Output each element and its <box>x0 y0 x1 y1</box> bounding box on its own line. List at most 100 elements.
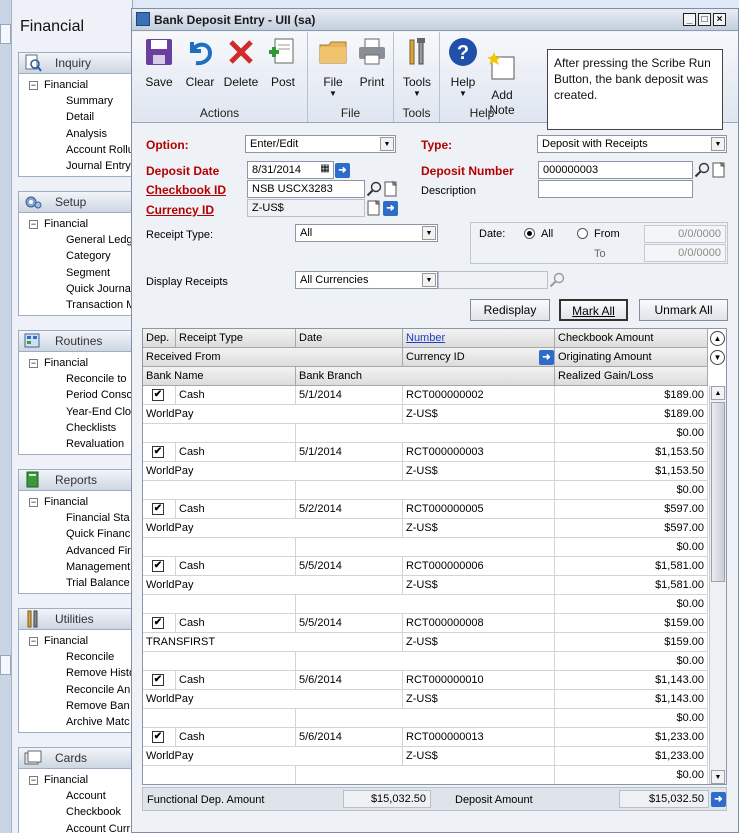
lookup-icon[interactable] <box>366 181 382 197</box>
nav-tree-root[interactable]: − Financial <box>19 633 132 649</box>
checkbook-id-link[interactable]: Checkbook ID <box>146 183 226 197</box>
nav-tree-root[interactable]: − Financial <box>19 355 132 371</box>
nav-item-account-rollup[interactable]: Account Rollu <box>19 142 132 158</box>
nav-item-quick-financial[interactable]: Quick Financ <box>19 526 132 542</box>
delete-button[interactable]: Delete <box>220 36 262 89</box>
collapse-icon[interactable]: − <box>29 775 38 785</box>
number-cell[interactable]: RCT000000010 <box>403 671 555 690</box>
header-bank-name[interactable]: Bank Name <box>143 367 296 386</box>
header-realized-gain-loss[interactable]: Realized Gain/Loss <box>555 367 708 386</box>
nav-item-reconcile-to[interactable]: Reconcile to <box>19 371 132 387</box>
nav-item-archive-match[interactable]: Archive Matc <box>19 714 132 730</box>
header-received-from[interactable]: Received From <box>143 348 403 367</box>
nav-item-general-ledger[interactable]: General Ledg <box>19 232 132 248</box>
nav-item-remove-history[interactable]: Remove Histo <box>19 665 132 681</box>
collapse-icon[interactable]: − <box>29 80 38 90</box>
header-date[interactable]: Date <box>296 329 403 348</box>
header-checkbook-amount[interactable]: Checkbook Amount <box>555 329 708 348</box>
nav-strip-tab[interactable] <box>0 24 11 44</box>
nav-header-setup[interactable]: Setup <box>18 191 132 213</box>
dropdown-arrow-icon[interactable]: ▼ <box>422 226 436 240</box>
grid-vertical-scrollbar[interactable]: ▲ ▼ <box>709 386 726 784</box>
save-button[interactable]: Save <box>140 36 178 89</box>
maximize-icon[interactable]: □ <box>698 13 711 26</box>
print-button[interactable]: Print <box>354 36 390 89</box>
number-cell[interactable]: RCT000000003 <box>403 443 555 462</box>
minimize-icon[interactable]: _ <box>683 13 696 26</box>
from-date-field[interactable]: 0/0/0000 <box>644 225 726 243</box>
nav-item-checkbook[interactable]: Checkbook <box>19 804 132 820</box>
header-receipt-type[interactable]: Receipt Type <box>176 329 296 348</box>
number-cell[interactable]: RCT000000013 <box>403 728 555 747</box>
nav-tree-root[interactable]: − Financial <box>19 77 132 93</box>
calendar-icon[interactable]: ▦ <box>318 162 332 176</box>
nav-item-journal-entry[interactable]: Journal Entry <box>19 158 132 174</box>
deposit-number-field[interactable]: 000000003 <box>538 161 693 179</box>
title-bar[interactable]: Bank Deposit Entry - UII (sa) _ □ × <box>132 9 738 31</box>
collapse-rows-icon[interactable]: ▲ <box>710 331 725 346</box>
currency-expand-arrow-icon[interactable]: ➜ <box>539 350 554 365</box>
collapse-icon[interactable]: − <box>29 219 38 229</box>
option-dropdown[interactable]: Enter/Edit ▼ <box>245 135 396 153</box>
deposit-checkbox[interactable]: ✔ <box>152 503 164 515</box>
deposit-checkbox[interactable]: ✔ <box>152 446 164 458</box>
number-cell[interactable]: RCT000000005 <box>403 500 555 519</box>
tools-menu-button[interactable]: Tools ▼ <box>400 36 434 99</box>
expand-rows-icon[interactable]: ▼ <box>710 350 725 365</box>
nav-item-quick-journal[interactable]: Quick Journa <box>19 281 132 297</box>
nav-tree-root[interactable]: − Financial <box>19 216 132 232</box>
deposit-amount-expand-arrow-icon[interactable]: ➜ <box>711 792 726 807</box>
dropdown-arrow-icon[interactable]: ▼ <box>422 273 436 287</box>
nav-item-reconcile-analysis[interactable]: Reconcile An <box>19 682 132 698</box>
date-all-radio[interactable] <box>524 228 535 239</box>
new-document-icon[interactable] <box>383 181 399 197</box>
nav-item-trial-balance[interactable]: Trial Balance <box>19 575 132 591</box>
deposit-checkbox[interactable]: ✔ <box>152 731 164 743</box>
mark-all-button[interactable]: Mark All <box>559 299 628 321</box>
nav-header-routines[interactable]: Routines <box>18 330 132 352</box>
nav-item-checklists[interactable]: Checklists <box>19 420 132 436</box>
scroll-thumb[interactable] <box>711 402 725 582</box>
deposit-date-field[interactable]: 8/31/2014 ▦ <box>247 161 334 179</box>
help-menu-button[interactable]: ? Help ▼ <box>446 36 480 99</box>
header-dep[interactable]: Dep. <box>143 329 176 348</box>
nav-item-period-consolidation[interactable]: Period Conso <box>19 387 132 403</box>
checkbook-id-field[interactable]: NSB USCX3283 <box>247 180 365 198</box>
nav-strip-tab[interactable] <box>0 655 11 675</box>
number-cell[interactable]: RCT000000006 <box>403 557 555 576</box>
header-bank-branch[interactable]: Bank Branch <box>296 367 555 386</box>
nav-item-category[interactable]: Category <box>19 248 132 264</box>
nav-header-reports[interactable]: Reports <box>18 469 132 491</box>
post-button[interactable]: Post <box>266 36 300 89</box>
nav-item-management[interactable]: Management <box>19 559 132 575</box>
deposit-checkbox[interactable]: ✔ <box>152 617 164 629</box>
receipt-type-dropdown[interactable]: All ▼ <box>295 224 438 242</box>
close-icon[interactable]: × <box>713 13 726 26</box>
file-menu-button[interactable]: File ▼ <box>316 36 350 99</box>
deposit-checkbox[interactable]: ✔ <box>152 674 164 686</box>
unmark-all-button[interactable]: Unmark All <box>639 299 728 321</box>
nav-item-advanced-financial[interactable]: Advanced Fir <box>19 543 132 559</box>
nav-item-revaluation[interactable]: Revaluation <box>19 436 132 452</box>
collapse-icon[interactable]: − <box>29 497 38 507</box>
nav-item-summary[interactable]: Summary <box>19 93 132 109</box>
date-from-radio[interactable] <box>577 228 588 239</box>
nav-item-financial-statements[interactable]: Financial Sta <box>19 510 132 526</box>
dropdown-arrow-icon[interactable]: ▼ <box>711 137 725 151</box>
collapse-icon[interactable]: − <box>29 358 38 368</box>
nav-tree-root[interactable]: − Financial <box>19 494 132 510</box>
new-document-icon[interactable] <box>366 200 382 216</box>
clear-button[interactable]: Clear <box>182 36 218 89</box>
header-currency-id[interactable]: Currency ID <box>403 348 555 367</box>
nav-item-remove-bank[interactable]: Remove Ban <box>19 698 132 714</box>
number-cell[interactable]: RCT000000008 <box>403 614 555 633</box>
lookup-icon[interactable] <box>694 162 710 178</box>
nav-item-transaction-matching[interactable]: Transaction M <box>19 297 132 313</box>
redisplay-button[interactable]: Redisplay <box>470 299 550 321</box>
type-dropdown[interactable]: Deposit with Receipts ▼ <box>537 135 727 153</box>
new-document-icon[interactable] <box>711 162 727 178</box>
nav-item-account-currency[interactable]: Account Curr <box>19 821 132 833</box>
nav-item-analysis[interactable]: Analysis <box>19 126 132 142</box>
currency-expand-arrow-icon[interactable]: ➜ <box>383 201 398 216</box>
collapse-icon[interactable]: − <box>29 636 38 646</box>
